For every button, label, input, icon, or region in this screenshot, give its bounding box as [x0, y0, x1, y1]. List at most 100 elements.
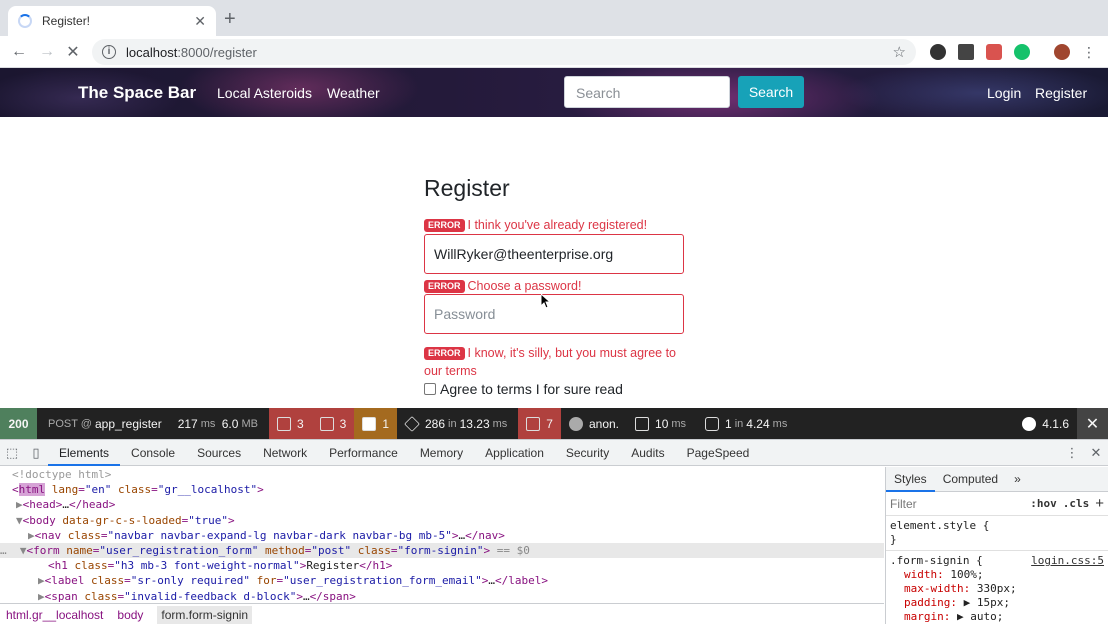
bookmark-star-icon[interactable]: ☆: [893, 43, 906, 61]
error-badge: ERROR: [424, 347, 465, 360]
back-arrow-icon[interactable]: ←: [8, 41, 30, 63]
events-panel[interactable]: 10 ms: [627, 408, 697, 439]
status-code[interactable]: 200: [0, 408, 37, 439]
devtools-close-icon[interactable]: ✕: [1084, 440, 1108, 466]
clipboard-icon: [319, 416, 334, 431]
calendar-icon: [635, 416, 650, 431]
extension-icon[interactable]: [986, 44, 1002, 60]
tab-pagespeed[interactable]: PageSpeed: [676, 440, 761, 466]
stop-loading-icon[interactable]: ✕: [62, 41, 84, 63]
styles-pane: Styles Computed » Filter :hov .cls + ele…: [885, 467, 1108, 624]
more-tabs-icon[interactable]: »: [1006, 467, 1029, 492]
browser-tabstrip: Register! ✕ +: [0, 0, 1108, 36]
dom-node[interactable]: ▶<head>…</head>: [0, 497, 884, 512]
tab-console[interactable]: Console: [120, 440, 186, 466]
request-route[interactable]: POST @ app_register: [37, 408, 170, 439]
tab-elements[interactable]: Elements: [48, 440, 121, 466]
symfony-logo-icon: [1022, 416, 1037, 431]
cls-toggle[interactable]: .cls: [1063, 497, 1090, 510]
password-error: ERROR Choose a password!: [424, 277, 581, 295]
error-badge: ERROR: [424, 280, 465, 293]
browser-toolbar: ← → ✕ i localhost:8000/register ☆ ⋮: [0, 36, 1108, 68]
logs-panel[interactable]: 1: [354, 408, 397, 439]
tab-close-icon[interactable]: ✕: [194, 13, 206, 30]
dom-node[interactable]: ▶<nav class="navbar navbar-expand-lg nav…: [0, 528, 884, 543]
tab-styles[interactable]: Styles: [886, 467, 935, 492]
error-badge: ERROR: [424, 219, 465, 232]
breadcrumb-item[interactable]: html.gr__localhost: [6, 608, 103, 622]
styles-filter: Filter :hov .cls +: [886, 492, 1108, 516]
tab-application[interactable]: Application: [474, 440, 555, 466]
css-property[interactable]: padding:: [904, 596, 957, 609]
translation-icon: [526, 416, 541, 431]
profile-avatar[interactable]: [1054, 44, 1070, 60]
symfony-version[interactable]: 4.1.6: [1014, 408, 1077, 439]
tab-performance[interactable]: Performance: [318, 440, 409, 466]
rule-source-link[interactable]: login.css:5: [1031, 554, 1104, 568]
nav-link-local-asteroids[interactable]: Local Asteroids: [217, 85, 312, 101]
mouse-cursor-icon: [541, 294, 551, 309]
site-info-icon[interactable]: i: [102, 45, 116, 59]
translation-panel[interactable]: 7: [518, 408, 561, 439]
email-field[interactable]: WillRyker@theenterprise.org: [424, 234, 684, 274]
browser-tab[interactable]: Register! ✕: [8, 6, 216, 36]
css-property[interactable]: width:: [904, 568, 944, 581]
nav-link-weather[interactable]: Weather: [327, 85, 380, 101]
hov-toggle[interactable]: :hov: [1030, 497, 1057, 510]
search-input[interactable]: Search: [564, 76, 730, 108]
security-panel[interactable]: anon.: [561, 408, 627, 439]
twig-panel[interactable]: 286 in 13.23 ms: [397, 408, 518, 439]
address-bar[interactable]: i localhost:8000/register ☆: [92, 39, 916, 65]
tab-memory[interactable]: Memory: [409, 440, 474, 466]
layers-extension-icon[interactable]: [958, 44, 974, 60]
checkbox-icon: [276, 416, 291, 431]
search-button[interactable]: Search: [738, 76, 804, 108]
tab-computed[interactable]: Computed: [935, 467, 1006, 492]
devtools-panel: ⬚ ▯ Elements Console Sources Network Per…: [0, 439, 1108, 624]
tab-audits[interactable]: Audits: [620, 440, 675, 466]
nav-link-register[interactable]: Register: [1035, 85, 1087, 101]
devtools-menu-icon[interactable]: ⋮: [1060, 440, 1084, 466]
dom-node[interactable]: ▶<span class="invalid-feedback d-block">…: [0, 589, 884, 604]
doctrine-panel[interactable]: 1 in 4.24 ms: [697, 408, 798, 439]
nav-link-login[interactable]: Login: [987, 85, 1021, 101]
validator-panel[interactable]: 3: [311, 408, 355, 439]
loading-spinner-icon: [18, 14, 32, 28]
element-style-rule: element.style { }: [886, 516, 1108, 551]
styles-filter-input[interactable]: Filter: [890, 497, 917, 511]
agree-terms-label[interactable]: Agree to terms I for sure read: [440, 381, 623, 397]
password-field[interactable]: Password: [424, 294, 684, 334]
forward-arrow-icon[interactable]: →: [36, 41, 58, 63]
close-toolbar-icon[interactable]: ✕: [1077, 408, 1108, 439]
devtools-tabbar: ⬚ ▯ Elements Console Sources Network Per…: [0, 440, 1108, 466]
device-toolbar-icon[interactable]: ▯: [24, 440, 48, 466]
dom-node[interactable]: <html lang="en" class="gr__localhost">: [0, 482, 884, 497]
kebab-menu-icon[interactable]: ⋮: [1078, 41, 1100, 63]
elements-tree[interactable]: <!doctype html> <html lang="en" class="g…: [0, 467, 884, 603]
brand-logo[interactable]: The Space Bar: [78, 83, 196, 103]
new-rule-icon[interactable]: +: [1095, 495, 1104, 512]
agree-terms-checkbox[interactable]: [424, 383, 436, 395]
site-navbar: The Space Bar Local Asteroids Weather Se…: [0, 68, 1108, 117]
forms-panel[interactable]: 3: [268, 408, 312, 439]
layers-icon: [404, 415, 420, 432]
extension-icon[interactable]: [930, 44, 946, 60]
tab-network[interactable]: Network: [252, 440, 318, 466]
dom-node[interactable]: ▶<label class="sr-only required" for="us…: [0, 573, 884, 588]
new-tab-icon[interactable]: +: [224, 9, 236, 29]
breadcrumb-item[interactable]: body: [117, 608, 143, 622]
dom-node-selected[interactable]: … ▼<form name="user_registration_form" m…: [0, 542, 884, 559]
dom-node[interactable]: <!doctype html>: [0, 467, 884, 482]
tab-security[interactable]: Security: [555, 440, 620, 466]
terms-error: ERROR I know, it's silly, but you must ag…: [424, 346, 677, 378]
dom-node[interactable]: ▼<body data-gr-c-s-loaded="true">: [0, 513, 884, 528]
dom-node[interactable]: <h1 class="h3 mb-3 font-weight-normal">R…: [0, 558, 884, 573]
inspect-element-icon[interactable]: ⬚: [0, 440, 24, 466]
request-time[interactable]: 217 ms 6.0 MB: [170, 408, 269, 439]
breadcrumb-item-current[interactable]: form.form-signin: [157, 605, 253, 624]
css-property[interactable]: margin:: [904, 610, 950, 623]
css-property[interactable]: max-width:: [904, 582, 970, 595]
tab-sources[interactable]: Sources: [186, 440, 252, 466]
grammarly-icon[interactable]: [1014, 44, 1030, 60]
rule-selector: .form-signin {: [890, 554, 983, 567]
